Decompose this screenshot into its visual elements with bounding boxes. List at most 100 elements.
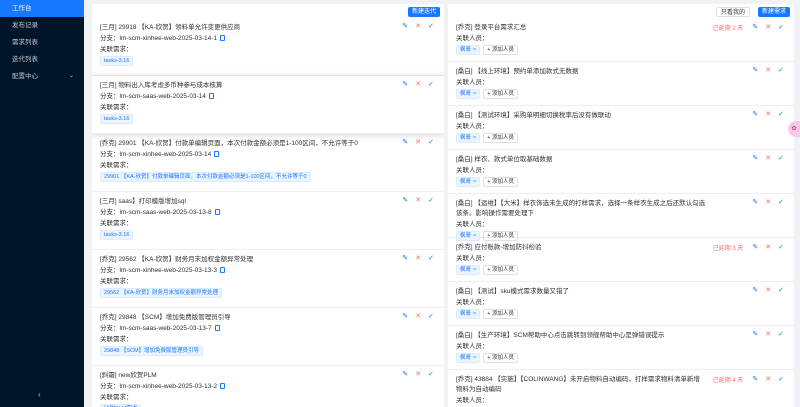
related-requirement-tag[interactable]: 29562 【KA-欣贺】财务月末加权金额异常处理 xyxy=(100,288,222,298)
delete-icon[interactable]: ✕ xyxy=(765,155,771,163)
confirm-icon[interactable]: ✓ xyxy=(778,287,784,295)
tag-close-icon[interactable]: × xyxy=(473,179,476,185)
confirm-icon[interactable]: ✓ xyxy=(778,24,784,32)
requirement-title: [桑白] 【运维】【大米】样衣饰选未生成的打样需求，选择一条样衣生成之后还默认勾… xyxy=(456,200,706,217)
edit-icon[interactable]: ✎ xyxy=(402,81,408,89)
requirement-title: [桑白] 【生产环境】SCM帮助中心点击跳转到领舰帮助中心是弹错误提示 xyxy=(456,332,665,339)
sidebar-item-workbench[interactable]: 工作台 xyxy=(0,0,84,17)
edit-icon[interactable]: ✎ xyxy=(402,255,408,263)
delete-icon[interactable]: ✕ xyxy=(415,139,421,147)
iteration-card: [三月] 29918 【KA-欣贺】领料单允许变更供应商 分支：lm-scm-xi… xyxy=(92,18,444,76)
related-requirement-tag[interactable]: tasks-3.16 xyxy=(100,56,134,66)
delete-icon[interactable]: ✕ xyxy=(765,244,771,252)
copy-icon[interactable] xyxy=(220,35,226,41)
add-person-button[interactable]: + 添加人员 xyxy=(483,133,518,143)
edit-icon[interactable]: ✎ xyxy=(752,376,758,384)
delete-icon[interactable]: ✕ xyxy=(415,371,421,379)
confirm-icon[interactable]: ✓ xyxy=(428,255,434,263)
card-actions: ✎ ✕ ✓ xyxy=(752,155,784,163)
confirm-icon[interactable]: ✓ xyxy=(778,331,784,339)
edit-icon[interactable]: ✎ xyxy=(402,197,408,205)
edit-icon[interactable]: ✎ xyxy=(402,313,408,321)
edit-icon[interactable]: ✎ xyxy=(752,331,758,339)
branch-label: 分支： xyxy=(100,151,120,158)
edit-icon[interactable]: ✎ xyxy=(402,371,408,379)
confirm-icon[interactable]: ✓ xyxy=(428,81,434,89)
related-requirement-tag[interactable]: 29901 【KA-欣贺】付款单编辑页面，本次付款金额必须是1-100区间，不允… xyxy=(100,172,311,182)
edit-icon[interactable]: ✎ xyxy=(402,139,408,147)
confirm-icon[interactable]: ✓ xyxy=(778,376,784,384)
add-person-button[interactable]: + 添加人员 xyxy=(483,89,518,99)
copy-icon[interactable] xyxy=(214,209,220,215)
tag-close-icon[interactable]: × xyxy=(473,267,476,273)
new-requirement-button[interactable]: 新建需求 xyxy=(757,7,790,17)
confirm-icon[interactable]: ✓ xyxy=(428,371,434,379)
sidebar-item-iterations[interactable]: 迭代列表 xyxy=(0,51,84,68)
sidebar-item-requirements[interactable]: 需求列表 xyxy=(0,34,84,51)
sidebar-item-config-center[interactable]: 配置中心 ⌄ xyxy=(0,68,84,85)
confirm-icon[interactable]: ✓ xyxy=(428,197,434,205)
confirm-icon[interactable]: ✓ xyxy=(428,139,434,147)
edit-icon[interactable]: ✎ xyxy=(402,23,408,31)
confirm-icon[interactable]: ✓ xyxy=(778,155,784,163)
delete-icon[interactable]: ✕ xyxy=(765,199,771,207)
edit-icon[interactable]: ✎ xyxy=(752,24,758,32)
delete-icon[interactable]: ✕ xyxy=(415,255,421,263)
edit-icon[interactable]: ✎ xyxy=(752,287,758,295)
copy-icon[interactable] xyxy=(220,383,226,389)
copy-icon[interactable] xyxy=(208,93,214,99)
tag-close-icon[interactable]: × xyxy=(473,135,476,141)
edit-icon[interactable]: ✎ xyxy=(752,155,758,163)
add-person-button[interactable]: + 添加人员 xyxy=(483,45,518,55)
collapse-sidebar-icon[interactable]: ‹ xyxy=(38,390,41,399)
add-person-button[interactable]: + 添加人员 xyxy=(483,309,518,319)
delete-icon[interactable]: ✕ xyxy=(765,24,771,32)
delete-icon[interactable]: ✕ xyxy=(765,67,771,75)
branch-line: 分支：lm-scm-saas-web-2025-03-14 xyxy=(100,91,436,102)
branch-name: lm-scm-saas-web-2025-03-13-7 xyxy=(119,325,212,332)
copy-icon[interactable] xyxy=(220,267,226,273)
tag-close-icon[interactable]: × xyxy=(473,47,476,53)
add-person-button[interactable]: + 添加人员 xyxy=(483,265,518,275)
requirement-card: [桑白] 【运维】【大米】样衣饰选未生成的打样需求，选择一条样衣生成之后还默认勾… xyxy=(448,194,794,241)
assistant-bubble-icon[interactable]: ✿ xyxy=(788,121,800,137)
tag-close-icon[interactable]: × xyxy=(473,91,476,97)
related-requirement-tag[interactable]: 29848 【SCM】增加免费版管理员引导 xyxy=(100,346,204,356)
add-person-button[interactable]: + 添加人员 xyxy=(483,177,518,187)
add-person-button[interactable]: + 添加人员 xyxy=(483,353,518,363)
confirm-icon[interactable]: ✓ xyxy=(778,244,784,252)
sidebar-item-release-records[interactable]: 发布记录 xyxy=(0,17,84,34)
delete-icon[interactable]: ✕ xyxy=(765,287,771,295)
delete-icon[interactable]: ✕ xyxy=(415,23,421,31)
edit-icon[interactable]: ✎ xyxy=(752,244,758,252)
edit-icon[interactable]: ✎ xyxy=(752,199,758,207)
confirm-icon[interactable]: ✓ xyxy=(428,23,434,31)
tag-close-icon[interactable]: × xyxy=(473,355,476,361)
branch-line: 分支：lm-scm-xinhee-web-2025-03-13-3 xyxy=(100,265,436,276)
main-area: 新建迭代 [三月] 29918 【KA-欣贺】领料单允许变更供应商 分支：lm-s… xyxy=(84,0,800,407)
new-iteration-button[interactable]: 新建迭代 xyxy=(407,7,440,17)
only-mine-button[interactable]: 只看我的 xyxy=(715,7,750,17)
delete-icon[interactable]: ✕ xyxy=(765,111,771,119)
delete-icon[interactable]: ✕ xyxy=(415,313,421,321)
copy-icon[interactable] xyxy=(214,151,220,157)
person-label: 关联人员： xyxy=(456,123,489,130)
related-requirement-tag[interactable]: tasks-3.16 xyxy=(100,114,134,124)
related-requirement-tag[interactable]: tasks-3.16 xyxy=(100,230,134,240)
requirement-panel-header: 只看我的 新建需求 xyxy=(448,4,794,18)
sidebar-item-label: 需求列表 xyxy=(12,39,38,46)
edit-icon[interactable]: ✎ xyxy=(752,111,758,119)
delete-icon[interactable]: ✕ xyxy=(765,331,771,339)
delete-icon[interactable]: ✕ xyxy=(415,197,421,205)
delete-icon[interactable]: ✕ xyxy=(765,376,771,384)
confirm-icon[interactable]: ✓ xyxy=(428,313,434,321)
confirm-icon[interactable]: ✓ xyxy=(778,111,784,119)
copy-icon[interactable] xyxy=(214,325,220,331)
person-name: 枫哥 xyxy=(460,47,472,53)
confirm-icon[interactable]: ✓ xyxy=(778,67,784,75)
delete-icon[interactable]: ✕ xyxy=(415,81,421,89)
confirm-icon[interactable]: ✓ xyxy=(778,199,784,207)
person-label: 关联人员： xyxy=(456,397,489,404)
tag-close-icon[interactable]: × xyxy=(473,311,476,317)
edit-icon[interactable]: ✎ xyxy=(752,67,758,75)
